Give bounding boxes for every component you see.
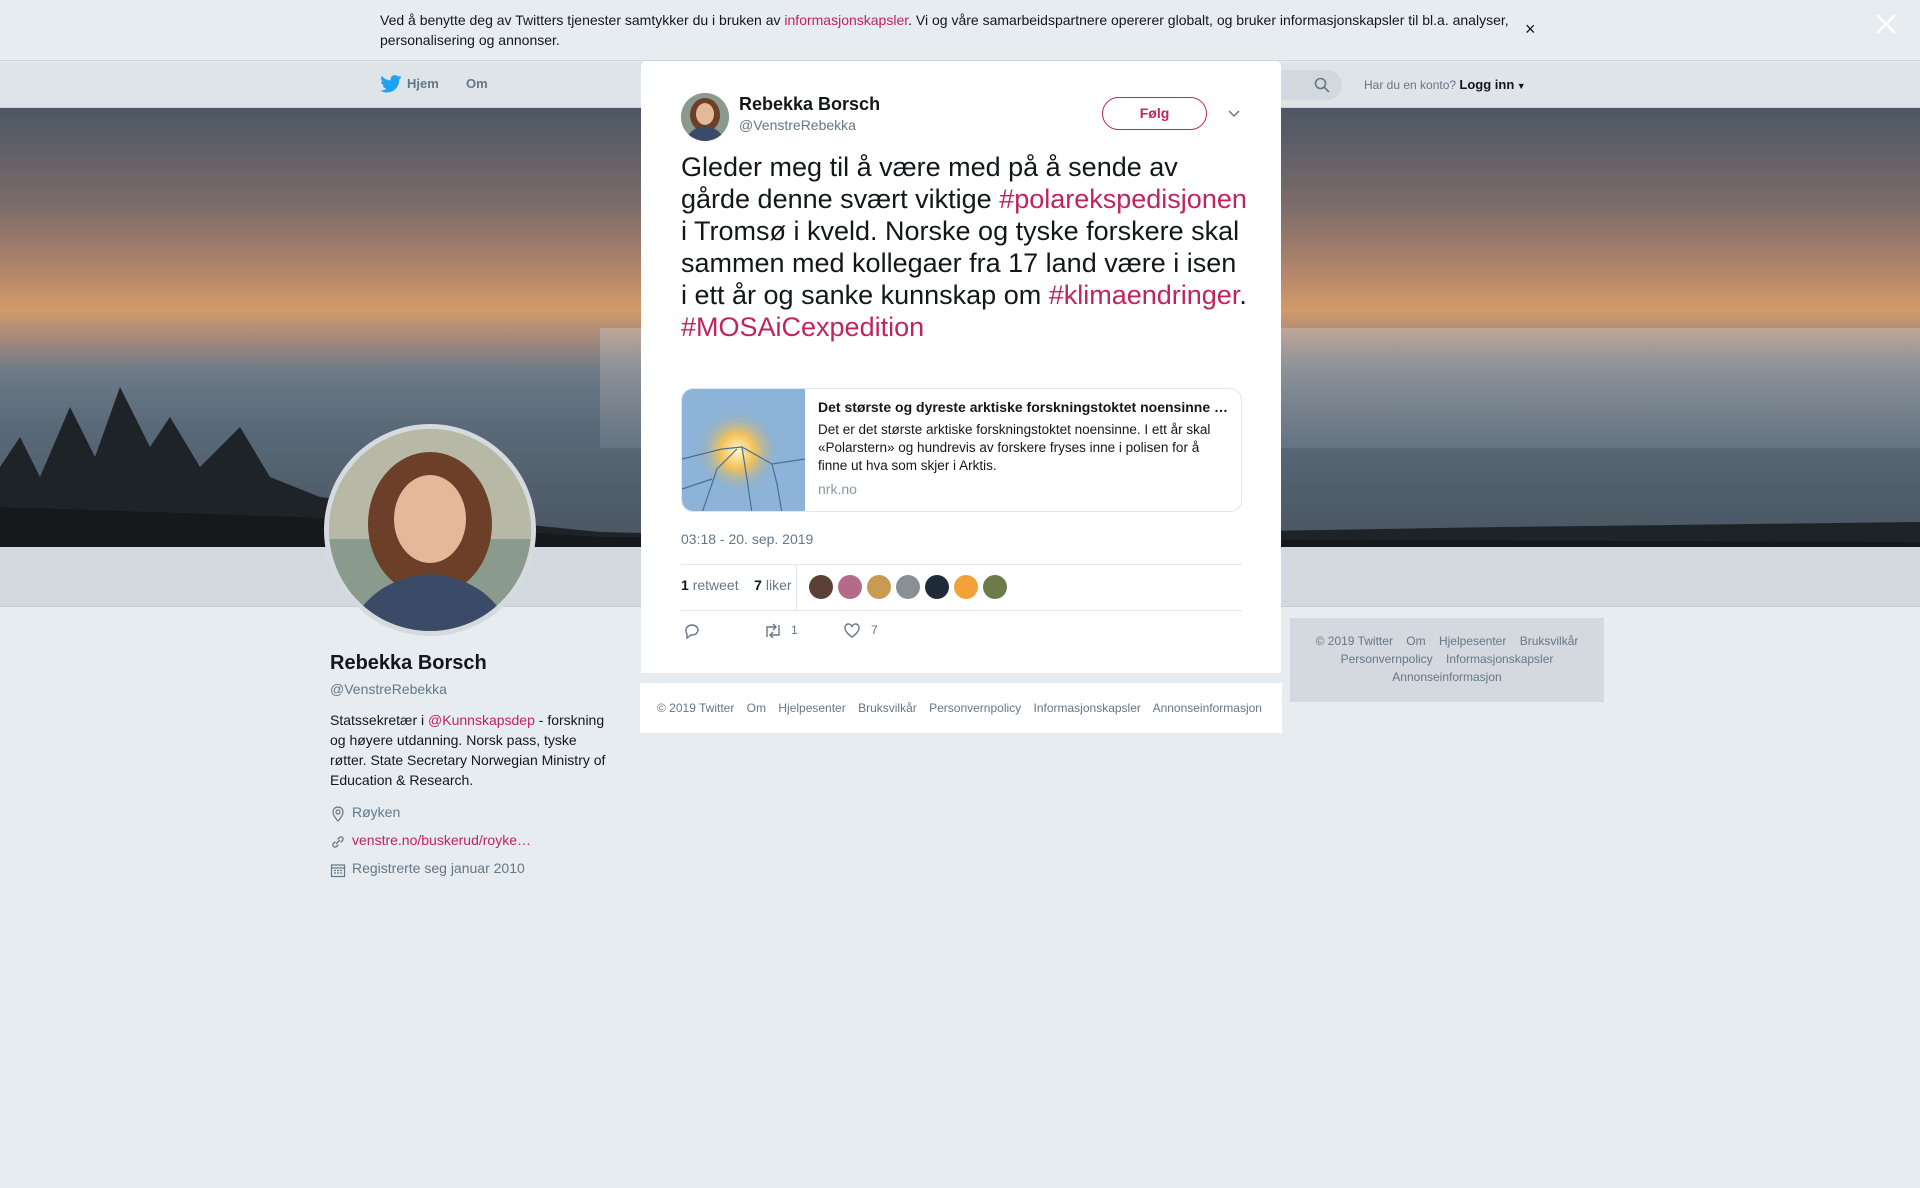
side-footer-privacy[interactable]: Personvernpolicy (1341, 652, 1433, 666)
profile-bio: Statssekretær i @Kunnskapsdep - forsknin… (330, 710, 610, 790)
tweet-timestamp[interactable]: 03:18 - 20. sep. 2019 (681, 531, 813, 547)
liker-avatar[interactable] (925, 575, 949, 599)
location-text: Røyken (352, 804, 401, 820)
liker-avatar[interactable] (983, 575, 1007, 599)
like-label[interactable]: liker (766, 577, 792, 593)
profile-avatar[interactable] (324, 424, 536, 636)
tweet-stats: 1 retweet 7 liker (681, 577, 792, 593)
calendar-icon (330, 864, 346, 878)
close-icon[interactable] (1874, 12, 1898, 36)
card-title: Det største og dyreste arktiske forsknin… (818, 399, 1228, 415)
side-footer-row-2: Personvernpolicy Informasjonskapsler (1290, 652, 1604, 666)
tweet-author-name[interactable]: Rebekka Borsch (739, 94, 880, 115)
divider-top (681, 564, 1242, 565)
liker-avatar[interactable] (867, 575, 891, 599)
link-card[interactable]: Det største og dyreste arktiske forsknin… (681, 388, 1242, 512)
login-prompt: Har du en konto? (1364, 78, 1457, 92)
profile-avatar-image (329, 429, 531, 631)
cookie-text-before: Ved å benytte deg av Twitters tjenester … (380, 12, 785, 28)
side-footer-about[interactable]: Om (1406, 634, 1425, 648)
nav-home[interactable]: Hjem (407, 76, 439, 91)
stats-separator (796, 564, 797, 610)
liker-avatar[interactable] (954, 575, 978, 599)
footer-about[interactable]: Om (747, 701, 766, 715)
footer-privacy[interactable]: Personvernpolicy (929, 701, 1021, 715)
profile-url-link[interactable]: venstre.no/buskerud/royke… (352, 832, 531, 848)
retweet-count[interactable]: 1 (681, 577, 689, 593)
side-footer-terms[interactable]: Bruksvilkår (1520, 634, 1579, 648)
footer-cookies[interactable]: Informasjonskapsler (1034, 701, 1141, 715)
cookie-close-icon[interactable]: × (1525, 19, 1536, 40)
bio-mention-link[interactable]: @Kunnskapsdep (428, 712, 535, 728)
side-footer-copyright: © 2019 Twitter (1315, 634, 1393, 648)
card-domain: nrk.no (818, 481, 857, 497)
side-footer-row-3: Annonseinformasjon (1290, 670, 1604, 684)
login-caret-icon[interactable]: ▼ (1514, 81, 1526, 91)
tweet-modal: Rebekka Borsch @VenstreRebekka Følg Gled… (641, 61, 1281, 673)
link-icon (332, 836, 344, 848)
search-icon[interactable] (1314, 77, 1330, 93)
side-footer-ads-info[interactable]: Annonseinformasjon (1392, 670, 1501, 684)
follow-button[interactable]: Følg (1102, 97, 1207, 130)
cookie-text: Ved å benytte deg av Twitters tjenester … (380, 10, 1510, 50)
tweet-text: Gleder meg til å være med på å sende av … (681, 151, 1247, 343)
card-thumbnail-image (682, 389, 805, 511)
side-footer-help[interactable]: Hjelpesenter (1439, 634, 1506, 648)
reply-icon (685, 624, 699, 640)
tweet-author-avatar[interactable] (681, 93, 729, 141)
liker-avatar[interactable] (809, 575, 833, 599)
liker-avatar[interactable] (896, 575, 920, 599)
hashtag-mosaicexpedition[interactable]: #MOSAiCexpedition (681, 312, 924, 342)
card-description: Det er det største arktiske forskningsto… (818, 422, 1211, 473)
hashtag-klimaendringer[interactable]: #klimaendringer (1049, 280, 1240, 310)
liker-avatar[interactable] (838, 575, 862, 599)
hashtag-polarekspedisjonen[interactable]: #polarekspedisjonen (999, 184, 1247, 214)
login-area: Har du en konto? Logg inn ▼ (1364, 77, 1526, 92)
footer-ads-info[interactable]: Annonseinformasjon (1153, 701, 1262, 715)
modal-footer-links: © 2019 Twitter Om Hjelpesenter Bruksvilk… (657, 701, 1271, 715)
cookie-banner: Ved å benytte deg av Twitters tjenester … (0, 0, 1920, 61)
tweet-author-handle[interactable]: @VenstreRebekka (739, 117, 856, 133)
tweet-text-part-3: . (1239, 280, 1247, 310)
bio-text-before: Statssekretær i (330, 712, 429, 728)
tweet-author-avatar-image (681, 93, 729, 141)
nav-about[interactable]: Om (466, 76, 488, 91)
modal-footer: © 2019 Twitter Om Hjelpesenter Bruksvilk… (640, 683, 1282, 733)
retweet-icon (766, 623, 780, 639)
like-action-count: 7 (871, 623, 878, 637)
divider-bottom (681, 610, 1242, 611)
chevron-down-icon[interactable] (1226, 105, 1242, 121)
retweet-action-count: 1 (791, 623, 798, 637)
location-pin-icon (332, 806, 344, 822)
footer-help[interactable]: Hjelpesenter (778, 701, 845, 715)
side-footer-cookies[interactable]: Informasjonskapsler (1446, 652, 1553, 666)
twitter-bird-icon[interactable] (380, 75, 402, 93)
side-footer: © 2019 Twitter Om Hjelpesenter Bruksvilk… (1290, 618, 1604, 702)
joined-text: Registrerte seg januar 2010 (352, 860, 525, 876)
profile-handle[interactable]: @VenstreRebekka (330, 681, 447, 697)
heart-icon (844, 623, 860, 638)
profile-name: Rebekka Borsch (330, 652, 487, 674)
retweet-label[interactable]: retweet (693, 577, 739, 593)
footer-copyright: © 2019 Twitter (657, 701, 735, 715)
footer-terms[interactable]: Bruksvilkår (858, 701, 917, 715)
like-count[interactable]: 7 (754, 577, 762, 593)
cookie-link[interactable]: informasjonskapsler (784, 12, 908, 28)
side-footer-row-1: © 2019 Twitter Om Hjelpesenter Bruksvilk… (1290, 634, 1604, 648)
login-link[interactable]: Logg inn (1459, 77, 1514, 92)
